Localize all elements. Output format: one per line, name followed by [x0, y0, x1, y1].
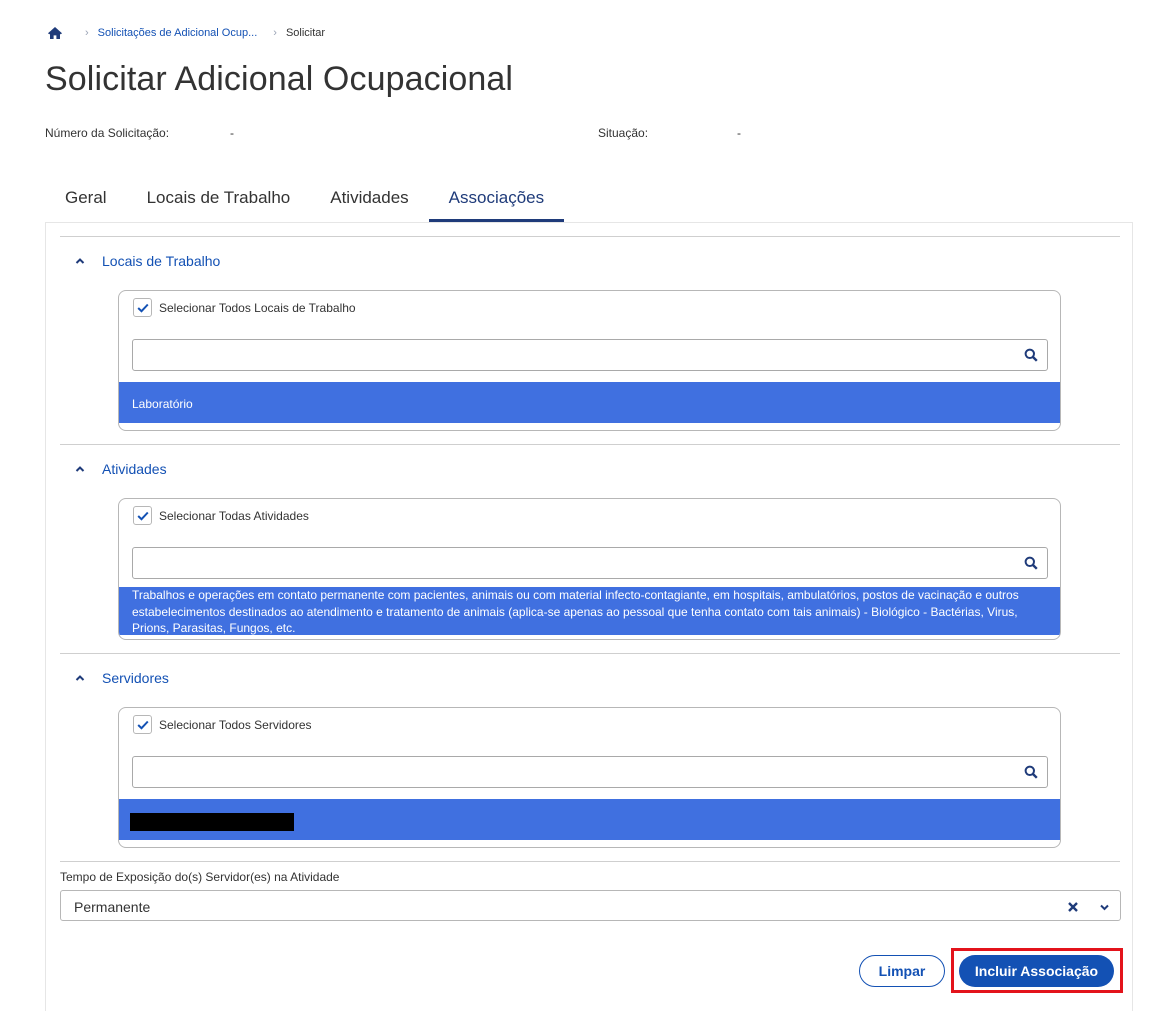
- select-all-servidores-checkbox[interactable]: [133, 715, 152, 734]
- divider: [60, 861, 1120, 862]
- select-all-atividades-label: Selecionar Todas Atividades: [159, 508, 309, 523]
- servidores-selection-box: Selecionar Todos Servidores: [118, 707, 1061, 848]
- locais-search-input[interactable]: [133, 340, 1013, 370]
- check-icon: [137, 303, 149, 313]
- exposure-time-value: Permanente: [74, 899, 151, 915]
- select-all-locais[interactable]: Selecionar Todos Locais de Trabalho: [133, 298, 356, 317]
- breadcrumb-link-solicitacoes[interactable]: Solicitações de Adicional Ocup...: [98, 27, 258, 39]
- search-icon[interactable]: [1024, 556, 1038, 570]
- locais-list-item[interactable]: Laboratório: [119, 382, 1060, 423]
- section-header-servidores[interactable]: Servidores: [74, 670, 169, 686]
- include-association-button[interactable]: Incluir Associação: [959, 955, 1114, 987]
- status-label: Situação:: [598, 126, 649, 140]
- locais-search: [132, 339, 1048, 371]
- search-icon[interactable]: [1024, 765, 1038, 779]
- section-title-atividades: Atividades: [102, 461, 167, 477]
- atividades-list-item[interactable]: Trabalhos e operações em contato permane…: [119, 587, 1060, 635]
- chevron-up-icon: [75, 258, 85, 264]
- chevron-up-icon: [75, 466, 85, 472]
- atividades-search-input[interactable]: [133, 548, 1013, 578]
- redacted-server-name: [130, 813, 294, 831]
- atividades-search: [132, 547, 1048, 579]
- clear-button[interactable]: Limpar: [859, 955, 945, 987]
- section-header-locais[interactable]: Locais de Trabalho: [74, 253, 220, 269]
- tab-locais-de-trabalho[interactable]: Locais de Trabalho: [127, 182, 311, 222]
- servidores-search: [132, 756, 1048, 788]
- request-number-value: -: [230, 126, 234, 140]
- locais-selection-box: Selecionar Todos Locais de Trabalho Labo…: [118, 290, 1061, 431]
- select-all-servidores-label: Selecionar Todos Servidores: [159, 717, 312, 732]
- chevron-up-icon: [75, 675, 85, 681]
- search-icon[interactable]: [1024, 348, 1038, 362]
- select-all-locais-label: Selecionar Todos Locais de Trabalho: [159, 300, 356, 315]
- select-all-servidores[interactable]: Selecionar Todos Servidores: [133, 715, 312, 734]
- divider: [60, 653, 1120, 654]
- chevron-right-icon: ›: [85, 27, 89, 39]
- tab-geral[interactable]: Geral: [45, 182, 127, 222]
- check-icon: [137, 511, 149, 521]
- section-header-atividades[interactable]: Atividades: [74, 461, 167, 477]
- divider: [60, 444, 1120, 445]
- section-title-locais: Locais de Trabalho: [102, 253, 221, 269]
- request-number-label: Número da Solicitação:: [45, 126, 170, 140]
- select-all-atividades-checkbox[interactable]: [133, 506, 152, 525]
- servidores-search-input[interactable]: [133, 757, 1013, 787]
- exposure-time-select[interactable]: Permanente: [60, 890, 1121, 921]
- breadcrumb-current: Solicitar: [285, 27, 326, 39]
- select-all-atividades[interactable]: Selecionar Todas Atividades: [133, 506, 309, 525]
- page-title: Solicitar Adicional Ocupacional: [45, 60, 514, 98]
- status-value: -: [737, 126, 741, 140]
- clear-icon[interactable]: [1067, 901, 1079, 913]
- select-all-locais-checkbox[interactable]: [133, 298, 152, 317]
- servidores-list-item[interactable]: [119, 799, 1060, 840]
- divider: [60, 236, 1120, 237]
- chevron-down-icon[interactable]: [1099, 902, 1110, 912]
- tab-bar: Geral Locais de Trabalho Atividades Asso…: [45, 182, 565, 222]
- tab-atividades[interactable]: Atividades: [310, 182, 428, 222]
- home-icon[interactable]: [47, 26, 63, 40]
- breadcrumb: › Solicitações de Adicional Ocup... › So…: [47, 24, 325, 42]
- chevron-right-icon: ›: [273, 27, 277, 39]
- associations-panel: Locais de Trabalho Selecionar Todos Loca…: [45, 222, 1133, 1011]
- check-icon: [137, 720, 149, 730]
- exposure-time-label: Tempo de Exposição do(s) Servidor(es) na…: [60, 870, 340, 884]
- section-title-servidores: Servidores: [102, 670, 169, 686]
- tab-associacoes[interactable]: Associações: [428, 182, 565, 222]
- atividades-selection-box: Selecionar Todas Atividades Trabalhos e …: [118, 498, 1061, 640]
